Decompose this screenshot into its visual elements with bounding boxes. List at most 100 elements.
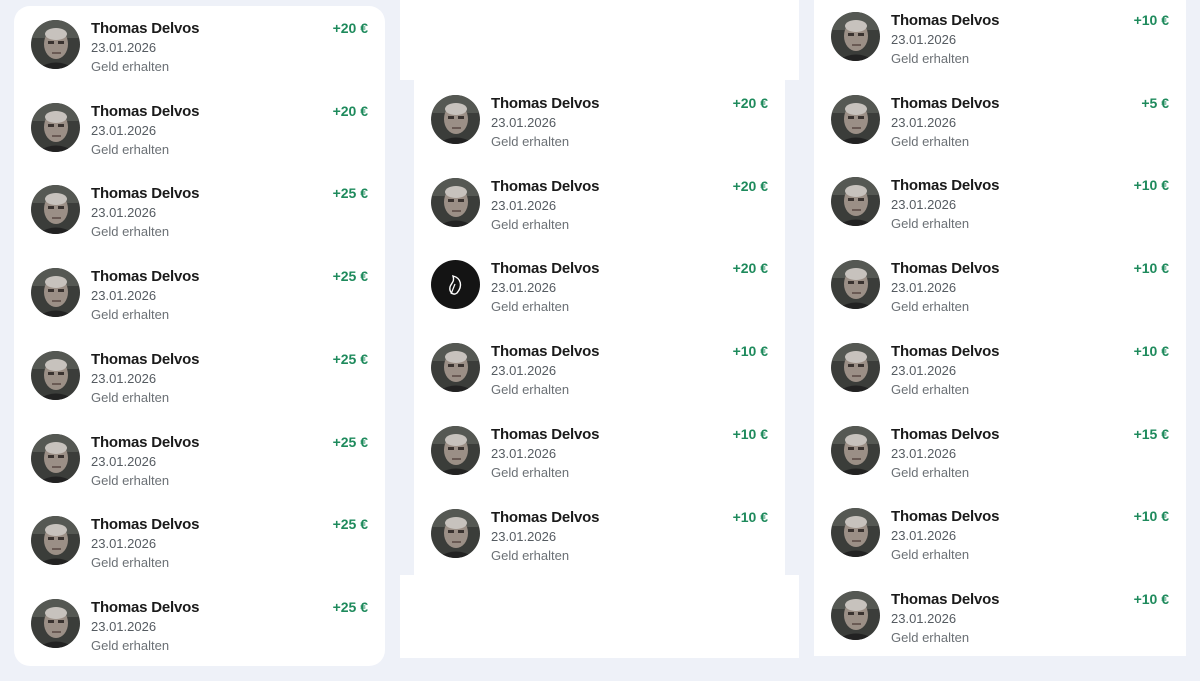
transaction-amount: +20 € [732,178,768,194]
transaction-description: Geld erhalten [91,142,170,157]
transaction-description: Geld erhalten [91,224,170,239]
transaction-description: Geld erhalten [91,307,170,322]
transaction-list-right: Thomas Delvos 23.01.2026 Geld erhalten +10 … [814,0,1186,656]
transaction-date: 23.01.2026 [891,197,957,212]
transaction-date: 23.01.2026 [91,205,157,220]
transaction-date: 23.01.2026 [491,198,557,213]
transaction-amount: +10 € [1133,260,1169,276]
transaction-row[interactable]: Thomas Delvos 23.01.2026 Geld erhalten +25 … [14,185,385,267]
sender-name: Thomas Delvos [91,516,200,533]
transaction-description: Geld erhalten [91,390,170,405]
transaction-description: Geld erhalten [491,299,570,314]
avatar [31,351,80,400]
transaction-row[interactable]: Thomas Delvos 23.01.2026 Geld erhalten +20 … [414,260,785,342]
transaction-row[interactable]: Thomas Delvos 23.01.2026 Geld erhalten +25 … [14,268,385,350]
avatar [31,103,80,152]
transaction-description: Geld erhalten [891,216,970,231]
transaction-amount: +20 € [732,95,768,111]
transaction-date: 23.01.2026 [91,371,157,386]
transaction-amount: +25 € [332,516,368,532]
transaction-row[interactable]: Thomas Delvos 23.01.2026 Geld erhalten +15 … [814,426,1186,508]
transaction-row[interactable]: Thomas Delvos 23.01.2026 Geld erhalten +10 … [814,508,1186,590]
leaf-logo-avatar [431,260,480,309]
transaction-amount: +10 € [1133,508,1169,524]
transaction-amount: +10 € [732,426,768,442]
transaction-description: Geld erhalten [491,382,570,397]
sender-name: Thomas Delvos [891,591,1000,608]
transaction-date: 23.01.2026 [91,536,157,551]
transaction-row[interactable]: Thomas Delvos 23.01.2026 Geld erhalten +20 … [14,20,385,102]
transaction-description: Geld erhalten [891,299,970,314]
avatar [431,509,480,558]
transaction-amount: +10 € [1133,12,1169,28]
sender-name: Thomas Delvos [491,426,600,443]
transaction-description: Geld erhalten [491,134,570,149]
transaction-row[interactable]: Thomas Delvos 23.01.2026 Geld erhalten +10 … [414,509,785,591]
transaction-row[interactable]: Thomas Delvos 23.01.2026 Geld erhalten +10 … [814,177,1186,259]
transaction-date: 23.01.2026 [91,123,157,138]
transaction-description: Geld erhalten [891,134,970,149]
sender-name: Thomas Delvos [491,343,600,360]
sender-name: Thomas Delvos [91,599,200,616]
sender-name: Thomas Delvos [491,95,600,112]
avatar [431,95,480,144]
sender-name: Thomas Delvos [91,351,200,368]
avatar [831,508,880,557]
transaction-description: Geld erhalten [491,465,570,480]
transaction-date: 23.01.2026 [91,454,157,469]
transaction-amount: +10 € [1133,591,1169,607]
sender-name: Thomas Delvos [491,509,600,526]
transaction-date: 23.01.2026 [91,40,157,55]
transaction-date: 23.01.2026 [891,611,957,626]
transaction-row[interactable]: Thomas Delvos 23.01.2026 Geld erhalten +10 … [814,12,1186,94]
avatar [431,178,480,227]
transaction-row[interactable]: Thomas Delvos 23.01.2026 Geld erhalten +25 … [14,516,385,598]
transaction-date: 23.01.2026 [91,288,157,303]
avatar [831,426,880,475]
transaction-row[interactable]: Thomas Delvos 23.01.2026 Geld erhalten +10 … [814,260,1186,342]
transaction-row[interactable]: Thomas Delvos 23.01.2026 Geld erhalten +25 … [14,434,385,516]
transaction-date: 23.01.2026 [891,32,957,47]
transaction-row[interactable]: Thomas Delvos 23.01.2026 Geld erhalten +20 … [414,178,785,260]
sender-name: Thomas Delvos [91,268,200,285]
transaction-date: 23.01.2026 [891,446,957,461]
sender-name: Thomas Delvos [91,434,200,451]
transaction-date: 23.01.2026 [891,115,957,130]
sender-name: Thomas Delvos [491,178,600,195]
transaction-description: Geld erhalten [891,465,970,480]
transaction-amount: +10 € [732,343,768,359]
transaction-list-middle: Thomas Delvos 23.01.2026 Geld erhalten +20 … [414,80,785,575]
transaction-row[interactable]: Thomas Delvos 23.01.2026 Geld erhalten +20 … [14,103,385,185]
background-strip-top [400,0,799,80]
sender-name: Thomas Delvos [91,185,200,202]
sender-name: Thomas Delvos [491,260,600,277]
avatar [31,268,80,317]
sender-name: Thomas Delvos [891,343,1000,360]
transaction-row[interactable]: Thomas Delvos 23.01.2026 Geld erhalten +5 € [814,95,1186,177]
transaction-amount: +5 € [1141,95,1169,111]
transaction-row[interactable]: Thomas Delvos 23.01.2026 Geld erhalten +25 … [14,351,385,433]
transaction-description: Geld erhalten [891,51,970,66]
transaction-row[interactable]: Thomas Delvos 23.01.2026 Geld erhalten +10 … [414,426,785,508]
transaction-amount: +10 € [1133,343,1169,359]
transaction-row[interactable]: Thomas Delvos 23.01.2026 Geld erhalten +10 … [814,591,1186,673]
transaction-description: Geld erhalten [891,630,970,645]
avatar [831,260,880,309]
avatar [31,20,80,69]
transaction-description: Geld erhalten [91,638,170,653]
transaction-date: 23.01.2026 [891,280,957,295]
avatar [831,343,880,392]
transaction-row[interactable]: Thomas Delvos 23.01.2026 Geld erhalten +25 … [14,599,385,681]
transaction-amount: +25 € [332,434,368,450]
transaction-row[interactable]: Thomas Delvos 23.01.2026 Geld erhalten +20 … [414,95,785,177]
transaction-row[interactable]: Thomas Delvos 23.01.2026 Geld erhalten +10 … [814,343,1186,425]
sender-name: Thomas Delvos [891,95,1000,112]
transaction-date: 23.01.2026 [491,529,557,544]
transaction-amount: +10 € [732,509,768,525]
transaction-row[interactable]: Thomas Delvos 23.01.2026 Geld erhalten +10 … [414,343,785,425]
transaction-amount: +20 € [332,20,368,36]
transaction-date: 23.01.2026 [491,280,557,295]
transaction-date: 23.01.2026 [491,363,557,378]
avatar [431,343,480,392]
transaction-description: Geld erhalten [91,59,170,74]
